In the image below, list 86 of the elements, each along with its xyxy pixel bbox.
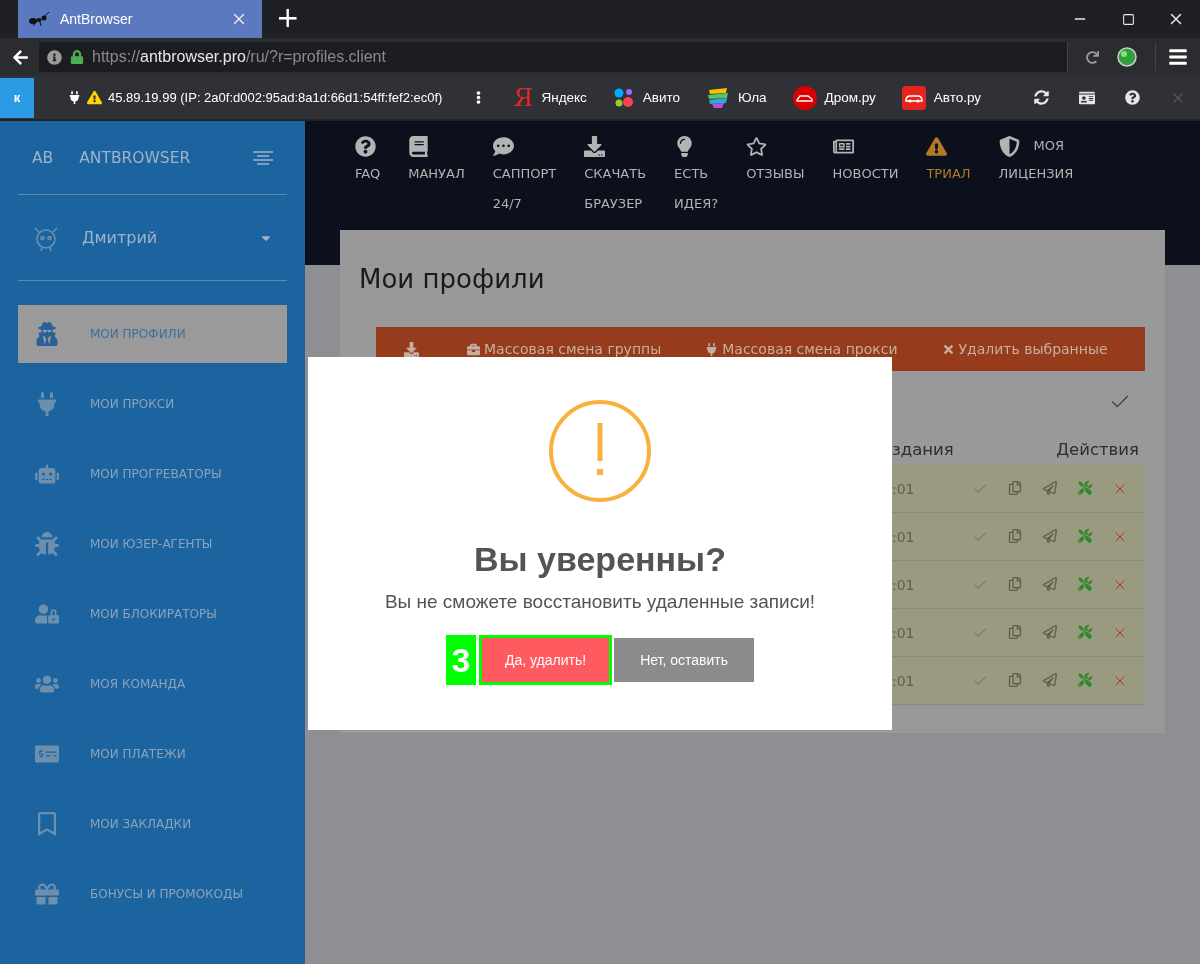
- nav-link[interactable]: НОВОСТИ: [832, 133, 899, 189]
- proxy-address: 45.89.19.99 (IP: 2a0f:d002:95ad:8a1d:66d1:54ff:fef2:ec0f): [108, 90, 443, 105]
- dots-logo-icon: [612, 86, 635, 109]
- address-field[interactable]: https://antbrowser.pro/ru/?r=profiles.client: [39, 42, 1068, 72]
- nav-link[interactable]: ОТЗЫВЫ: [746, 133, 805, 189]
- plug-icon: [35, 392, 59, 416]
- send-icon[interactable]: [1041, 672, 1059, 689]
- send-icon[interactable]: [1041, 528, 1059, 545]
- bulk-action-link[interactable]: Удалить выбранные: [941, 341, 1108, 357]
- copy-icon[interactable]: [1006, 576, 1024, 593]
- nav-link[interactable]: МОЯ ЛИЦЕНЗИЯ: [998, 133, 1074, 189]
- table-cell: :01: [892, 672, 915, 689]
- copy-icon[interactable]: [1006, 528, 1024, 545]
- tools-icon[interactable]: [1076, 672, 1094, 689]
- column-header: здания: [892, 439, 954, 459]
- back-icon[interactable]: [12, 48, 29, 66]
- lock-icon: [70, 50, 84, 64]
- nav-link[interactable]: СКАЧАТЬ БРАУЗЕР: [584, 133, 647, 219]
- star-icon: [746, 135, 768, 157]
- info-icon: [47, 49, 62, 65]
- stack-logo-icon: [706, 86, 731, 109]
- browser-tab[interactable]: AntBrowser: [18, 0, 262, 38]
- confirm-button[interactable]: Да, удалить!: [479, 635, 613, 685]
- yandex-logo: Я: [513, 83, 534, 112]
- tools-icon[interactable]: [1076, 528, 1094, 545]
- dialog-text: Вы не сможете восстановить удаленные записи!: [384, 591, 816, 613]
- tools-icon[interactable]: [1076, 480, 1094, 497]
- step-badge: 3: [446, 635, 476, 685]
- briefcase-icon: [467, 342, 480, 356]
- robot-icon: [35, 462, 59, 486]
- help-icon: [355, 135, 376, 157]
- dialog-title: Вы уверенны?: [474, 539, 726, 579]
- extension-icon[interactable]: [1117, 47, 1137, 67]
- warning-icon: [926, 135, 948, 157]
- chat-icon: [492, 135, 514, 157]
- nav-link[interactable]: ЕСТЬ ИДЕЯ?: [674, 133, 719, 219]
- new-tab-button[interactable]: +: [276, 3, 300, 35]
- spy-icon: [35, 322, 59, 346]
- tools-icon[interactable]: [1076, 576, 1094, 593]
- nav-link[interactable]: ТРИАЛ: [926, 133, 971, 189]
- bug-icon: [35, 532, 59, 556]
- column-header: Действия: [1056, 439, 1140, 459]
- bulk-action-link[interactable]: Массовая смена группы: [467, 341, 662, 357]
- bulk-action-link[interactable]: Массовая смена прокси: [705, 341, 898, 357]
- logo-short: AB: [32, 148, 54, 167]
- cancel-button[interactable]: Нет, оставить: [614, 638, 754, 682]
- bookmark[interactable]: Юла: [706, 86, 767, 109]
- bookmark[interactable]: Дром.ру: [792, 85, 876, 110]
- table-cell: :01: [892, 624, 915, 641]
- car-logo-icon: [792, 85, 817, 110]
- profile-badge[interactable]: к: [0, 77, 34, 118]
- shield-icon: [998, 135, 1020, 157]
- warning-icon: [87, 90, 102, 105]
- maximize-icon[interactable]: [1121, 12, 1135, 26]
- nav-link[interactable]: САППОРТ 24/7: [492, 133, 557, 219]
- tools-icon[interactable]: [1076, 624, 1094, 641]
- copy-icon[interactable]: [1006, 624, 1024, 641]
- bookmark[interactable]: Авто.ру: [901, 85, 982, 110]
- warning-icon: [548, 399, 652, 503]
- bookmark[interactable]: Авито: [612, 86, 681, 109]
- logo-text: ANTBROWSER: [79, 148, 192, 167]
- send-icon[interactable]: [1041, 624, 1059, 641]
- plug-icon: [68, 91, 81, 104]
- tab-title: AntBrowser: [60, 11, 134, 27]
- user-lock-icon: [35, 602, 59, 626]
- menu-icon[interactable]: [1168, 47, 1188, 67]
- plug-icon: [705, 342, 719, 356]
- nav-link[interactable]: FAQ: [355, 133, 381, 189]
- table-cell: :01: [892, 576, 915, 593]
- ant-icon: [28, 12, 50, 26]
- bookmark[interactable]: Я Яндекс: [513, 83, 587, 112]
- send-icon[interactable]: [1041, 576, 1059, 593]
- table-cell: :01: [892, 480, 915, 497]
- book-icon: [408, 135, 430, 157]
- nav-link[interactable]: МАНУАЛ: [408, 133, 465, 189]
- gift-icon: [35, 882, 59, 906]
- copy-icon[interactable]: [1006, 480, 1024, 497]
- close-icon: [941, 342, 955, 356]
- bookmark-icon: [35, 812, 59, 836]
- car-logo-icon: [901, 85, 926, 110]
- table-cell: :01: [892, 528, 915, 545]
- download-icon: [584, 135, 606, 157]
- send-icon[interactable]: [1041, 480, 1059, 497]
- page-title: Мои профили: [359, 264, 546, 296]
- user-name: Дмитрий: [82, 228, 159, 247]
- copy-icon[interactable]: [1006, 672, 1024, 689]
